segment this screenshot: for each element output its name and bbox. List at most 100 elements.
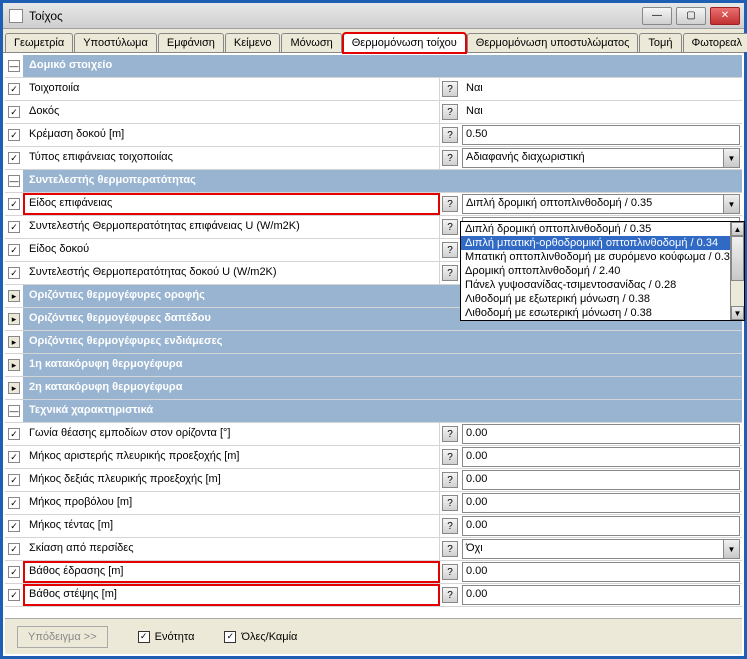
row-label: Κρέμαση δοκού [m]: [23, 124, 440, 146]
help-button[interactable]: ?: [442, 242, 458, 258]
help-button[interactable]: ?: [442, 104, 458, 120]
row-value[interactable]: 0.00: [462, 516, 740, 536]
help-button[interactable]: ?: [442, 495, 458, 511]
dropdown-option[interactable]: Μπατική οπτοπλινθοδομή με συρόμενο κούφω…: [461, 250, 744, 264]
row-value[interactable]: 0.50: [462, 125, 740, 145]
row-checkbox[interactable]: ✓: [8, 221, 20, 233]
window: Τοίχος — ▢ ✕ Γεωμετρία Υποστύλωμα Εμφάνι…: [0, 0, 747, 659]
section-tb-v1: ▸ 1η κατακόρυφη θερμογέφυρα: [5, 354, 742, 377]
tab-appearance[interactable]: Εμφάνιση: [158, 33, 224, 52]
dropdown-scrollbar[interactable]: ▲ ▼: [730, 222, 744, 320]
help-button[interactable]: ?: [442, 449, 458, 465]
help-button[interactable]: ?: [442, 81, 458, 97]
section-label: 2η κατακόρυφη θερμογέφυρα: [23, 377, 742, 399]
tab-section[interactable]: Τομή: [639, 33, 681, 52]
section-expand[interactable]: ▸: [8, 359, 20, 371]
tab-column-thermal[interactable]: Θερμομόνωση υποστυλώματος: [467, 33, 639, 52]
row-value[interactable]: Ναι: [462, 102, 740, 122]
tab-text[interactable]: Κείμενο: [225, 33, 281, 52]
help-button[interactable]: ?: [442, 127, 458, 143]
dropdown-option[interactable]: Δρομική οπτοπλινθοδομή / 2.40: [461, 264, 744, 278]
section-expand[interactable]: ▸: [8, 290, 20, 302]
section-toggle[interactable]: —: [8, 175, 20, 187]
tab-photoreal[interactable]: Φωτορεαλ: [683, 33, 747, 52]
help-button[interactable]: ?: [442, 564, 458, 580]
row-value[interactable]: 0.00: [462, 562, 740, 582]
row-label: Βάθος έδρασης [m]: [23, 561, 440, 583]
dropdown-option[interactable]: Λιθοδομή με εσωτερική μόνωση / 0.38: [461, 306, 744, 320]
tab-wall-thermal[interactable]: Θερμομόνωση τοίχου: [343, 33, 466, 53]
row-value[interactable]: Ναι: [462, 79, 740, 99]
tab-insulation[interactable]: Μόνωση: [281, 33, 341, 52]
row-checkbox[interactable]: ✓: [8, 451, 20, 463]
row-value[interactable]: Διπλή δρομική οπτοπλινθοδομή / 0.35: [462, 194, 724, 214]
row-checkbox[interactable]: ✓: [8, 543, 20, 555]
row-checkbox[interactable]: ✓: [8, 428, 20, 440]
section-structural: — Δομικό στοιχείο: [5, 55, 742, 78]
row-value[interactable]: Αδιαφανής διαχωριστική: [462, 148, 724, 168]
row-checkbox[interactable]: ✓: [8, 198, 20, 210]
row-checkbox[interactable]: ✓: [8, 566, 20, 578]
section-toggle[interactable]: —: [8, 405, 20, 417]
minimize-button[interactable]: —: [642, 7, 672, 25]
section-expand[interactable]: ▸: [8, 336, 20, 348]
row-label: Γωνία θέασης εμποδίων στον ορίζοντα [°]: [23, 423, 440, 445]
dropdown-button[interactable]: ▼: [724, 194, 740, 214]
maximize-button[interactable]: ▢: [676, 7, 706, 25]
help-button[interactable]: ?: [442, 219, 458, 235]
row-value[interactable]: 0.00: [462, 493, 740, 513]
dropdown-button[interactable]: ▼: [724, 148, 740, 168]
dropdown-option[interactable]: Πάνελ γυψοσανίδας-τσιμεντοσανίδας / 0.28: [461, 278, 744, 292]
unity-checkbox[interactable]: ✓Ενότητα: [138, 631, 195, 643]
titlebar: Τοίχος — ▢ ✕: [3, 3, 744, 29]
row-cantilever: ✓ Μήκος προβόλου [m] ? 0.00: [5, 492, 742, 515]
row-blinds-shade: ✓ Σκίαση από περσίδες ? Όχι▼: [5, 538, 742, 561]
scroll-down-button[interactable]: ▼: [731, 306, 744, 320]
row-checkbox[interactable]: ✓: [8, 129, 20, 141]
row-value[interactable]: Όχι: [462, 539, 724, 559]
dropdown-option[interactable]: Διπλή μπατική-ορθοδρομική οπτοπλινθοδομή…: [461, 236, 744, 250]
unity-label: Ενότητα: [155, 631, 195, 643]
section-expand[interactable]: ▸: [8, 382, 20, 394]
row-checkbox[interactable]: ✓: [8, 83, 20, 95]
row-value[interactable]: 0.00: [462, 470, 740, 490]
dropdown-button[interactable]: ▼: [724, 539, 740, 559]
row-value[interactable]: 0.00: [462, 585, 740, 605]
close-button[interactable]: ✕: [710, 7, 740, 25]
tab-column[interactable]: Υποστύλωμα: [74, 33, 157, 52]
dropdown-list[interactable]: Διπλή δρομική οπτοπλινθοδομή / 0.35 Διπλ…: [460, 221, 745, 321]
help-button[interactable]: ?: [442, 472, 458, 488]
scroll-thumb[interactable]: [731, 236, 744, 281]
row-checkbox[interactable]: ✓: [8, 474, 20, 486]
row-foundation-depth: ✓ Βάθος έδρασης [m] ? 0.00: [5, 561, 742, 584]
row-label: Μήκος τέντας [m]: [23, 515, 440, 537]
template-button[interactable]: Υπόδειγμα >>: [17, 626, 108, 648]
help-button[interactable]: ?: [442, 541, 458, 557]
tab-geometry[interactable]: Γεωμετρία: [5, 33, 73, 52]
section-toggle[interactable]: —: [8, 60, 20, 72]
row-value[interactable]: 0.00: [462, 424, 740, 444]
tabs: Γεωμετρία Υποστύλωμα Εμφάνιση Κείμενο Μό…: [3, 29, 744, 53]
help-button[interactable]: ?: [442, 265, 458, 281]
row-checkbox[interactable]: ✓: [8, 152, 20, 164]
dropdown-option[interactable]: Λιθοδομή με εξωτερική μόνωση / 0.38: [461, 292, 744, 306]
row-checkbox[interactable]: ✓: [8, 244, 20, 256]
row-checkbox[interactable]: ✓: [8, 520, 20, 532]
row-checkbox[interactable]: ✓: [8, 267, 20, 279]
row-label: Συντελεστής Θερμοπερατότητας δοκού U (W/…: [23, 262, 440, 284]
allnone-checkbox[interactable]: ✓Όλες/Καμία: [224, 631, 297, 643]
help-button[interactable]: ?: [442, 196, 458, 212]
section-uvalue: — Συντελεστής θερμοπερατότητας: [5, 170, 742, 193]
help-button[interactable]: ?: [442, 150, 458, 166]
row-checkbox[interactable]: ✓: [8, 106, 20, 118]
row-checkbox[interactable]: ✓: [8, 497, 20, 509]
section-expand[interactable]: ▸: [8, 313, 20, 325]
dropdown-option[interactable]: Διπλή δρομική οπτοπλινθοδομή / 0.35: [461, 222, 744, 236]
help-button[interactable]: ?: [442, 587, 458, 603]
row-value[interactable]: 0.00: [462, 447, 740, 467]
row-masonry: ✓ Τοιχοποιία ? Ναι: [5, 78, 742, 101]
scroll-up-button[interactable]: ▲: [731, 222, 744, 236]
row-checkbox[interactable]: ✓: [8, 589, 20, 601]
help-button[interactable]: ?: [442, 426, 458, 442]
help-button[interactable]: ?: [442, 518, 458, 534]
